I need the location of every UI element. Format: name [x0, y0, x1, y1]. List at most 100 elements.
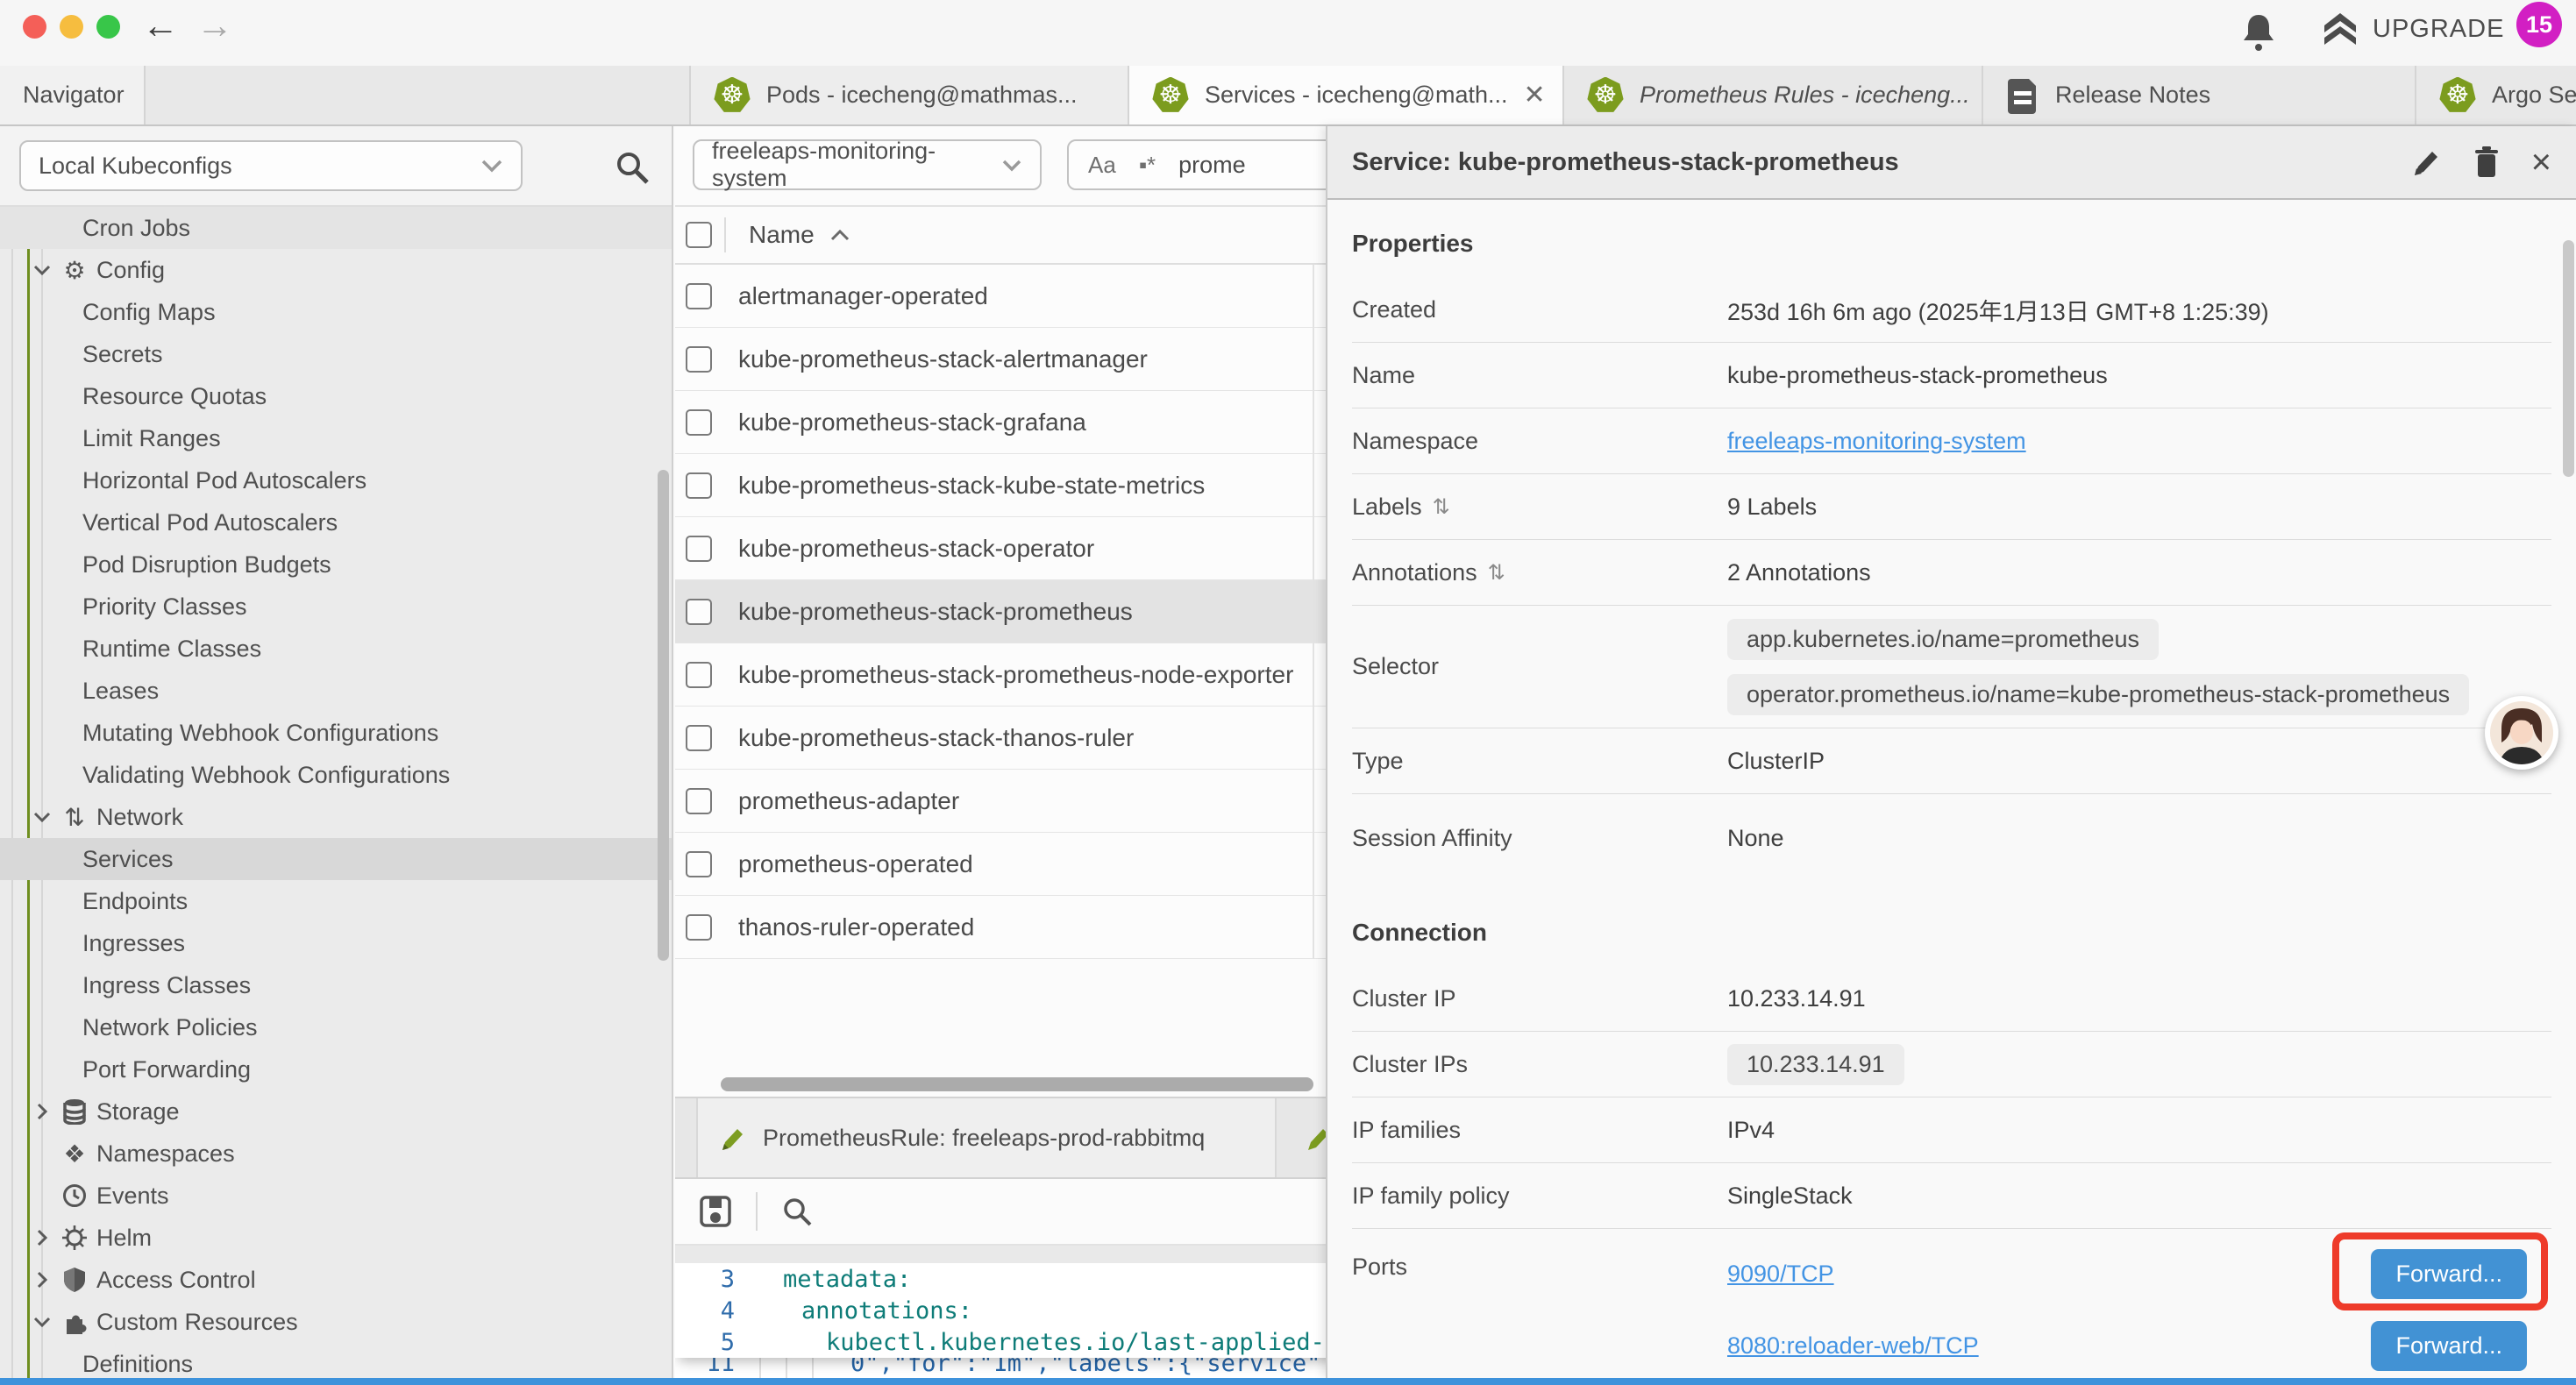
tab-argo[interactable]: ☸ Argo Se: [2416, 66, 2576, 124]
window-controls[interactable]: [23, 15, 120, 39]
forward-arrow-icon[interactable]: →: [196, 7, 233, 44]
selector-chip[interactable]: app.kubernetes.io/name=prometheus: [1727, 619, 2159, 660]
forward-port-button[interactable]: Forward...: [2371, 1249, 2527, 1299]
row-checkbox[interactable]: [686, 725, 712, 751]
row-checkbox[interactable]: [686, 409, 712, 436]
table-row[interactable]: kube-prometheus-stack-thanos-ruler: [675, 707, 1350, 770]
sidebar-item-port-forwarding[interactable]: Port Forwarding: [0, 1048, 672, 1090]
sidebar-item-custom-resources[interactable]: Custom Resources: [0, 1301, 672, 1343]
sidebar-item-definitions[interactable]: Definitions: [0, 1343, 672, 1378]
table-row[interactable]: kube-prometheus-stack-grafana: [675, 391, 1350, 454]
forward-port-button[interactable]: Forward...: [2371, 1321, 2527, 1371]
notification-count-badge[interactable]: 15: [2516, 2, 2562, 47]
sidebar-item-endpoints[interactable]: Endpoints: [0, 880, 672, 922]
sidebar-item-vertical-pod-autoscalers[interactable]: Vertical Pod Autoscalers: [0, 501, 672, 543]
sidebar-item-helm[interactable]: Helm: [0, 1217, 672, 1259]
sidebar-item-network-policies[interactable]: Network Policies: [0, 1006, 672, 1048]
sidebar-item-services[interactable]: Services: [0, 838, 672, 880]
regex-icon[interactable]: ▪*: [1139, 152, 1156, 179]
table-row[interactable]: alertmanager-operated: [675, 265, 1350, 328]
table-row[interactable]: prometheus-operated: [675, 833, 1350, 896]
notifications-bell-icon[interactable]: [2241, 11, 2276, 52]
sidebar-item-priority-classes[interactable]: Priority Classes: [0, 586, 672, 628]
port-link[interactable]: 8080:reloader-web/TCP: [1727, 1332, 1979, 1360]
horizontal-scrollbar-thumb[interactable]: [721, 1077, 1313, 1091]
sidebar-item-storage[interactable]: Storage: [0, 1090, 672, 1133]
sidebar-scrollbar[interactable]: [658, 470, 669, 961]
back-arrow-icon[interactable]: ←: [142, 7, 179, 44]
table-row[interactable]: thanos-ruler-operated: [675, 896, 1350, 959]
sidebar-item-secrets[interactable]: Secrets: [0, 333, 672, 375]
sidebar-item-validating-webhook-configurations[interactable]: Validating Webhook Configurations: [0, 754, 672, 796]
minimize-window-icon[interactable]: [60, 15, 83, 39]
sidebar-item-ingress-classes[interactable]: Ingress Classes: [0, 964, 672, 1006]
sidebar-search-icon[interactable]: [614, 149, 651, 186]
namespace-link[interactable]: freeleaps-monitoring-system: [1727, 428, 2026, 455]
close-tab-icon[interactable]: ✕: [1524, 80, 1546, 110]
sidebar-item-limit-ranges[interactable]: Limit Ranges: [0, 417, 672, 459]
titlebar: ← → UPGRADE 15: [0, 0, 2576, 66]
expand-sort-icon[interactable]: ⇅: [1433, 494, 1450, 520]
tab-release-notes[interactable]: Release Notes: [1983, 66, 2416, 124]
edit-pencil-icon[interactable]: [2410, 146, 2442, 178]
namespace-dropdown[interactable]: freeleaps-monitoring-system: [693, 139, 1042, 190]
save-icon[interactable]: [698, 1194, 733, 1229]
sidebar-item-runtime-classes[interactable]: Runtime Classes: [0, 628, 672, 670]
horizontal-scrollbar[interactable]: [675, 1074, 1350, 1097]
list-search-input[interactable]: Aa ▪* prome: [1067, 139, 1344, 190]
row-value[interactable]: 9 Labels: [1727, 494, 1817, 521]
selector-chip[interactable]: operator.prometheus.io/name=kube-prometh…: [1727, 674, 2469, 715]
sidebar-item-ingresses[interactable]: Ingresses: [0, 922, 672, 964]
row-checkbox[interactable]: [686, 346, 712, 373]
navigator-panel-tab[interactable]: Navigator: [0, 66, 146, 124]
cluster-ip-chip[interactable]: 10.233.14.91: [1727, 1044, 1904, 1085]
delete-trash-icon[interactable]: [2472, 146, 2501, 179]
port-link[interactable]: 9090/TCP: [1727, 1261, 1834, 1288]
row-value[interactable]: 2 Annotations: [1727, 559, 1871, 586]
upgrade-button[interactable]: UPGRADE: [2322, 11, 2504, 46]
sidebar-item-mutating-webhook-configurations[interactable]: Mutating Webhook Configurations: [0, 712, 672, 754]
close-panel-icon[interactable]: ×: [2531, 145, 2551, 180]
sidebar-item-leases[interactable]: Leases: [0, 670, 672, 712]
user-avatar[interactable]: [2485, 696, 2558, 770]
table-row-selected[interactable]: kube-prometheus-stack-prometheus: [675, 580, 1350, 643]
sidebar-item-config[interactable]: ⚙ Config: [0, 249, 672, 291]
sidebar-item-resource-quotas[interactable]: Resource Quotas: [0, 375, 672, 417]
sort-ascending-icon[interactable]: [830, 230, 850, 241]
sidebar-item-namespaces[interactable]: ❖ Namespaces: [0, 1133, 672, 1175]
row-checkbox[interactable]: [686, 914, 712, 941]
match-case-icon[interactable]: Aa: [1088, 152, 1116, 179]
kubeconfig-dropdown[interactable]: Local Kubeconfigs: [19, 140, 523, 191]
select-all-checkbox[interactable]: [686, 222, 712, 248]
table-row[interactable]: prometheus-adapter: [675, 770, 1350, 833]
row-checkbox[interactable]: [686, 851, 712, 877]
row-checkbox[interactable]: [686, 283, 712, 309]
close-window-icon[interactable]: [23, 15, 46, 39]
row-checkbox[interactable]: [686, 662, 712, 688]
detail-scrollbar[interactable]: [2563, 240, 2574, 477]
sidebar-item-access-control[interactable]: Access Control: [0, 1259, 672, 1301]
sidebar-item-config-maps[interactable]: Config Maps: [0, 291, 672, 333]
name-column-header[interactable]: Name: [749, 221, 815, 249]
tab-services-active[interactable]: ☸ Services - icecheng@math... ✕: [1129, 66, 1564, 124]
sidebar-item-events[interactable]: Events: [0, 1175, 672, 1217]
table-row[interactable]: kube-prometheus-stack-kube-state-metrics: [675, 454, 1350, 517]
row-checkbox[interactable]: [686, 472, 712, 499]
table-row[interactable]: kube-prometheus-stack-alertmanager: [675, 328, 1350, 391]
yaml-editor[interactable]: 3metadata: 4annotations: 5kubectl.kubern…: [675, 1263, 1350, 1378]
editor-search-icon[interactable]: [780, 1195, 814, 1228]
sidebar-item-cron-jobs[interactable]: Cron Jobs: [0, 207, 672, 249]
zoom-window-icon[interactable]: [96, 15, 120, 39]
sidebar-item-horizontal-pod-autoscalers[interactable]: Horizontal Pod Autoscalers: [0, 459, 672, 501]
row-checkbox[interactable]: [686, 599, 712, 625]
row-checkbox[interactable]: [686, 788, 712, 814]
table-row[interactable]: kube-prometheus-stack-operator: [675, 517, 1350, 580]
expand-sort-icon[interactable]: ⇅: [1488, 560, 1505, 586]
table-row[interactable]: kube-prometheus-stack-prometheus-node-ex…: [675, 643, 1350, 707]
sidebar-item-network[interactable]: ⇅ Network: [0, 796, 672, 838]
row-checkbox[interactable]: [686, 536, 712, 562]
tab-prometheus-rules[interactable]: ☸ Prometheus Rules - icecheng...: [1564, 66, 1983, 124]
editor-tab-prometheusrule[interactable]: PrometheusRule: freeleaps-prod-rabbitmq: [696, 1098, 1277, 1177]
sidebar-item-pod-disruption-budgets[interactable]: Pod Disruption Budgets: [0, 543, 672, 586]
tab-pods[interactable]: ☸ Pods - icecheng@mathmas...: [689, 66, 1129, 124]
